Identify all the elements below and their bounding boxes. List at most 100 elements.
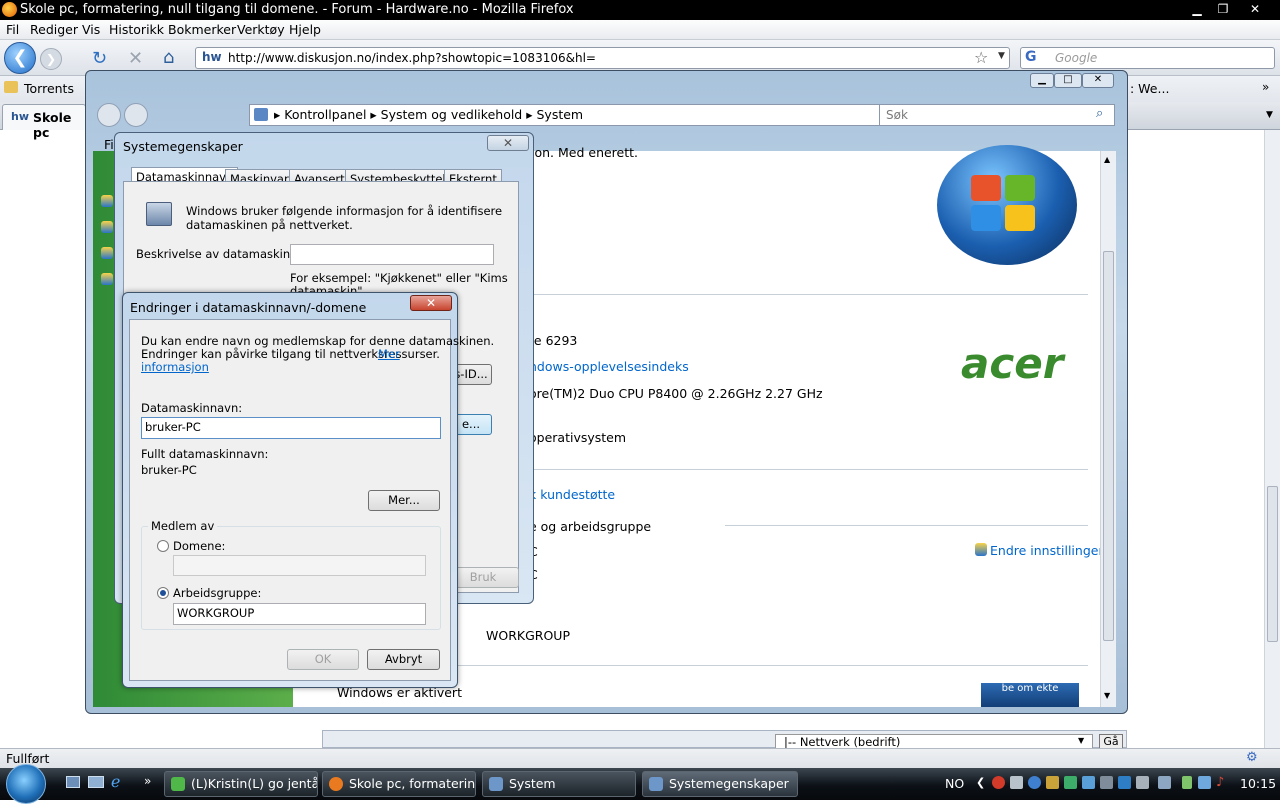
page-footer-strip: |-- Nettverk (bedrift) ▼ Gå [322, 730, 1127, 750]
restore-button[interactable]: ❐ [1210, 1, 1236, 17]
breadcrumb-system[interactable]: System [536, 107, 583, 122]
search-box[interactable]: G Google [1020, 47, 1275, 69]
menu-verktoy[interactable]: Verktøy [237, 22, 285, 37]
tab-list-icon[interactable]: ▼ [1266, 110, 1273, 120]
cancel-button[interactable]: Avbryt [367, 649, 440, 670]
scroll-down-icon[interactable]: ▼ [1104, 691, 1110, 700]
minimize-button[interactable]: ▁ [1184, 1, 1210, 17]
taskbar-system[interactable]: System [482, 771, 636, 797]
bookmark-torrents[interactable]: Torrents [24, 81, 74, 96]
breadcrumb-system-vedlikehold[interactable]: System og vedlikehold [381, 107, 523, 122]
domain-radio[interactable] [157, 540, 169, 552]
language-indicator[interactable]: NO [945, 776, 964, 791]
network-icon[interactable] [1198, 776, 1211, 789]
more-info-link-2[interactable]: informasjon [141, 360, 209, 374]
tray-icon[interactable] [1064, 776, 1077, 789]
system-small-icon [489, 777, 503, 791]
forward-button[interactable]: ❯ [40, 48, 62, 70]
breadcrumb-kontrollpanel[interactable]: Kontrollpanel [284, 107, 366, 122]
page-scrollbar[interactable] [1264, 130, 1280, 748]
more-button[interactable]: Mer... [368, 490, 440, 511]
processor-text: ore(TM)2 Duo CPU P8400 @ 2.26GHz 2.27 GH… [529, 386, 823, 401]
sys-maximize-button[interactable]: □ [1054, 73, 1082, 88]
taskbar-msn[interactable]: (L)Kristin(L) go jentå... [164, 771, 318, 797]
folder-icon [4, 81, 18, 93]
forum-jump-value: |-- Nettverk (bedrift) [784, 735, 901, 749]
google-icon[interactable]: G [1025, 49, 1037, 65]
sys-address-bar[interactable]: ▸ Kontrollpanel ▸ System og vedlikehold … [249, 104, 959, 126]
computer-name-input[interactable]: bruker-PC [141, 417, 441, 439]
volume-icon[interactable]: ♪ [1216, 775, 1224, 790]
shield-icon [101, 273, 113, 285]
close-button[interactable]: ✕ [1242, 1, 1268, 17]
workgroup-input[interactable]: WORKGROUP [173, 603, 426, 625]
change-dialog-close-button[interactable]: ✕ [410, 295, 452, 311]
stop-icon[interactable]: ✕ [128, 48, 143, 69]
tray-expand-icon[interactable]: ❮ [976, 776, 985, 789]
bookmarks-overflow-icon[interactable]: » [1262, 80, 1269, 94]
search-placeholder: Google [1055, 51, 1098, 65]
more-info-link[interactable]: Mer [378, 347, 400, 361]
menu-historikk[interactable]: Historikk [109, 22, 164, 37]
acer-logo: acer [961, 339, 1064, 388]
scroll-up-icon[interactable]: ▲ [1104, 155, 1110, 164]
firefox-icon [2, 2, 17, 17]
description-input[interactable] [290, 244, 494, 265]
ie-icon[interactable]: ℯ [111, 772, 120, 791]
start-button[interactable] [6, 764, 46, 804]
page-scroll-thumb[interactable] [1267, 486, 1278, 642]
switch-windows-icon[interactable] [88, 776, 104, 788]
url-bar[interactable]: hw http://www.diskusjon.no/index.php?sho… [195, 47, 1010, 69]
sys-forward-button[interactable] [124, 103, 148, 127]
tray-icon[interactable] [1136, 776, 1149, 789]
menu-vis[interactable]: Vis [82, 22, 100, 37]
show-desktop-icon[interactable] [66, 776, 80, 788]
clock[interactable]: 10:15 [1240, 776, 1276, 791]
tray-icon[interactable] [1100, 776, 1113, 789]
sys-scrollbar[interactable]: ▲ ▼ [1100, 151, 1116, 707]
tray-icon[interactable] [1158, 776, 1171, 789]
tray-icon[interactable] [1010, 776, 1023, 789]
taskbar-systemegenskaper[interactable]: Systemegenskaper [642, 771, 798, 797]
back-button[interactable]: ❮ [4, 42, 36, 74]
breadcrumb-sep-icon: ▸ [370, 107, 381, 122]
sys-close-button[interactable]: ✕ [1082, 73, 1114, 88]
tray-icon[interactable] [1082, 776, 1095, 789]
sysprops-small-icon [649, 777, 663, 791]
menu-bokmerker[interactable]: Bokmerker [168, 22, 236, 37]
taskbar-systemegenskaper-label: Systemegenskaper [669, 776, 789, 791]
reload-icon[interactable]: ↻ [92, 48, 107, 69]
status-addon-icon[interactable]: ⚙ [1246, 750, 1258, 765]
sys-search-icon[interactable]: ⌕ [1096, 106, 1103, 121]
bluetooth-icon[interactable] [1028, 776, 1041, 789]
ok-button[interactable]: OK [287, 649, 359, 670]
menu-hjelp[interactable]: Hjelp [289, 22, 321, 37]
experience-index-link[interactable]: ndows-opplevelsesindeks [529, 359, 689, 374]
computer-icon [146, 202, 172, 226]
quicklaunch-overflow-icon[interactable]: » [144, 774, 151, 788]
sys-minimize-button[interactable]: ▁ [1030, 73, 1054, 88]
taskbar-firefox[interactable]: Skole pc, formaterin... [322, 771, 476, 797]
scroll-thumb[interactable] [1103, 251, 1114, 641]
firefox-small-icon [329, 777, 343, 791]
support-link[interactable]: k kundestøtte [529, 487, 615, 502]
tray-icon[interactable] [1046, 776, 1059, 789]
bookmark-star-icon[interactable]: ☆ [974, 48, 988, 67]
sys-search-box[interactable]: Søk ⌕ [879, 104, 1115, 126]
sys-back-button[interactable] [97, 103, 121, 127]
home-icon[interactable]: ⌂ [163, 47, 174, 68]
sysprops-close-button[interactable]: ✕ [487, 135, 529, 151]
genuine-badge[interactable]: be om ekte [981, 683, 1079, 707]
change-settings-link[interactable]: Endre innstillinger [990, 543, 1104, 558]
workgroup-radio[interactable] [157, 587, 169, 599]
battery-icon[interactable] [1182, 776, 1192, 789]
domain-input[interactable] [173, 555, 426, 576]
tray-icon[interactable] [1118, 776, 1131, 789]
menu-fil[interactable]: Fil [6, 22, 19, 37]
url-text[interactable]: http://www.diskusjon.no/index.php?showto… [228, 51, 596, 65]
tab-forum[interactable]: hw Skole pc [2, 104, 86, 140]
security-tray-icon[interactable] [992, 776, 1005, 789]
url-dropdown-icon[interactable]: ▼ [998, 51, 1005, 61]
menu-rediger[interactable]: Rediger [30, 22, 78, 37]
sys-menu-file[interactable]: Fi [104, 137, 114, 152]
